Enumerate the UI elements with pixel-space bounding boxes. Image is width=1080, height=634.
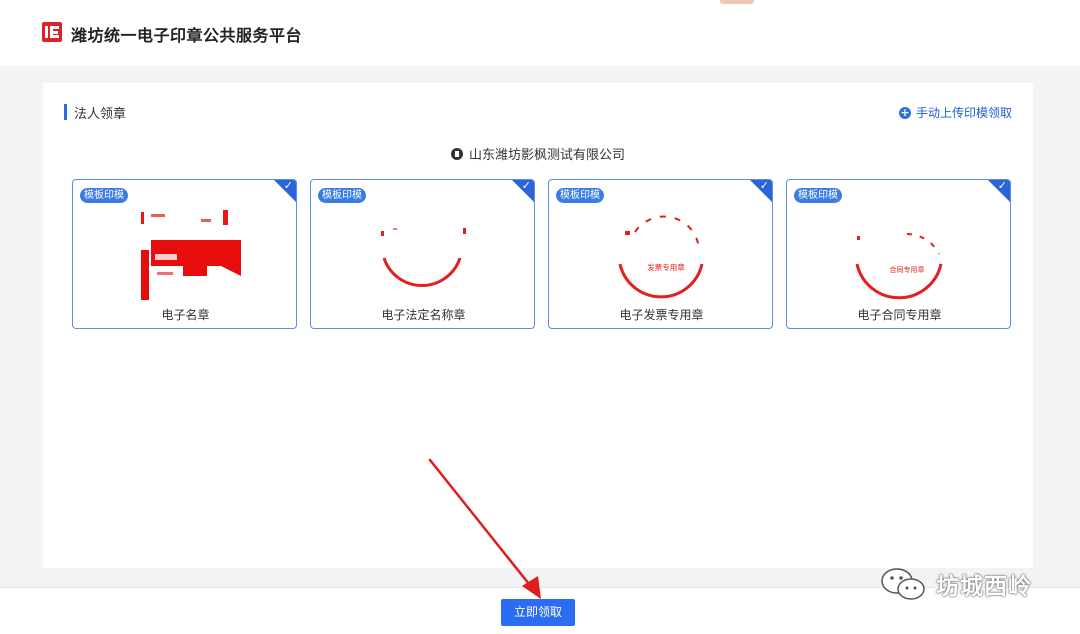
template-badge: 模板印模 — [794, 188, 842, 203]
top-header: 潍坊统一电子印章公共服务平台 — [0, 0, 1080, 66]
personal-seal-image — [141, 210, 241, 300]
wechat-icon — [881, 568, 925, 600]
manual-upload-label: 手动上传印模领取 — [915, 106, 1012, 120]
checkmark-icon: ✓ — [521, 179, 531, 192]
checkmark-icon: ✓ — [759, 179, 769, 192]
manual-upload-link[interactable]: + 手动上传印模领取 — [898, 104, 1012, 121]
seal-inner-text: 合同专用章 — [890, 265, 925, 274]
seal-card-label: 电子合同专用章 — [857, 308, 942, 322]
seal-card-personal[interactable]: 模板印模 ✓ 电子名章 — [72, 179, 297, 329]
company-row: 山东潍坊影枫测试有限公司 — [43, 144, 1033, 163]
checkmark-icon: ✓ — [283, 179, 293, 192]
seal-card-invoice[interactable]: 模板印模 ✓ 发票专用章 电子发票专用章 — [548, 179, 773, 329]
section-title: 法人领章 — [74, 107, 127, 122]
seal-card-legal-name[interactable]: 模板印模 ✓ 电子法定名称章 — [310, 179, 535, 329]
checkmark-icon: ✓ — [997, 179, 1007, 192]
watermark-text: 坊城西岭 — [936, 574, 1032, 600]
seal-card-list: 模板印模 ✓ 电子名章 模板印模 ✓ 电子法定名称章 模板印模 ✓ 发票专用章 … — [72, 179, 1012, 329]
app-title: 潍坊统一电子印章公共服务平台 — [71, 26, 303, 45]
claim-now-button[interactable]: 立即领取 — [501, 599, 575, 626]
top-edge-mark — [720, 0, 754, 4]
main-panel: 法人领章 + 手动上传印模领取 山东潍坊影枫测试有限公司 模板印模 ✓ 电子名章… — [43, 83, 1033, 568]
template-badge: 模板印模 — [80, 188, 128, 203]
watermark: 坊城西岭 — [878, 565, 1032, 603]
seal-platform-logo-icon — [42, 22, 62, 42]
section-accent-bar — [64, 104, 67, 120]
template-badge: 模板印模 — [318, 188, 366, 203]
contract-seal-image: 合同专用章 — [855, 233, 943, 300]
invoice-seal-image: 发票专用章 — [618, 215, 704, 299]
legal-name-seal-image — [381, 228, 466, 288]
company-name: 山东潍坊影枫测试有限公司 — [468, 148, 625, 163]
seal-card-label: 电子发票专用章 — [619, 308, 704, 322]
seal-card-contract[interactable]: 模板印模 ✓ 合同专用章 电子合同专用章 — [786, 179, 1011, 329]
seal-card-label: 电子法定名称章 — [381, 308, 466, 322]
plus-circle-icon: + — [898, 105, 911, 119]
template-badge: 模板印模 — [556, 188, 604, 203]
seal-card-label: 电子名章 — [161, 308, 210, 322]
building-icon — [450, 148, 463, 160]
seal-inner-text: 发票专用章 — [647, 262, 685, 272]
